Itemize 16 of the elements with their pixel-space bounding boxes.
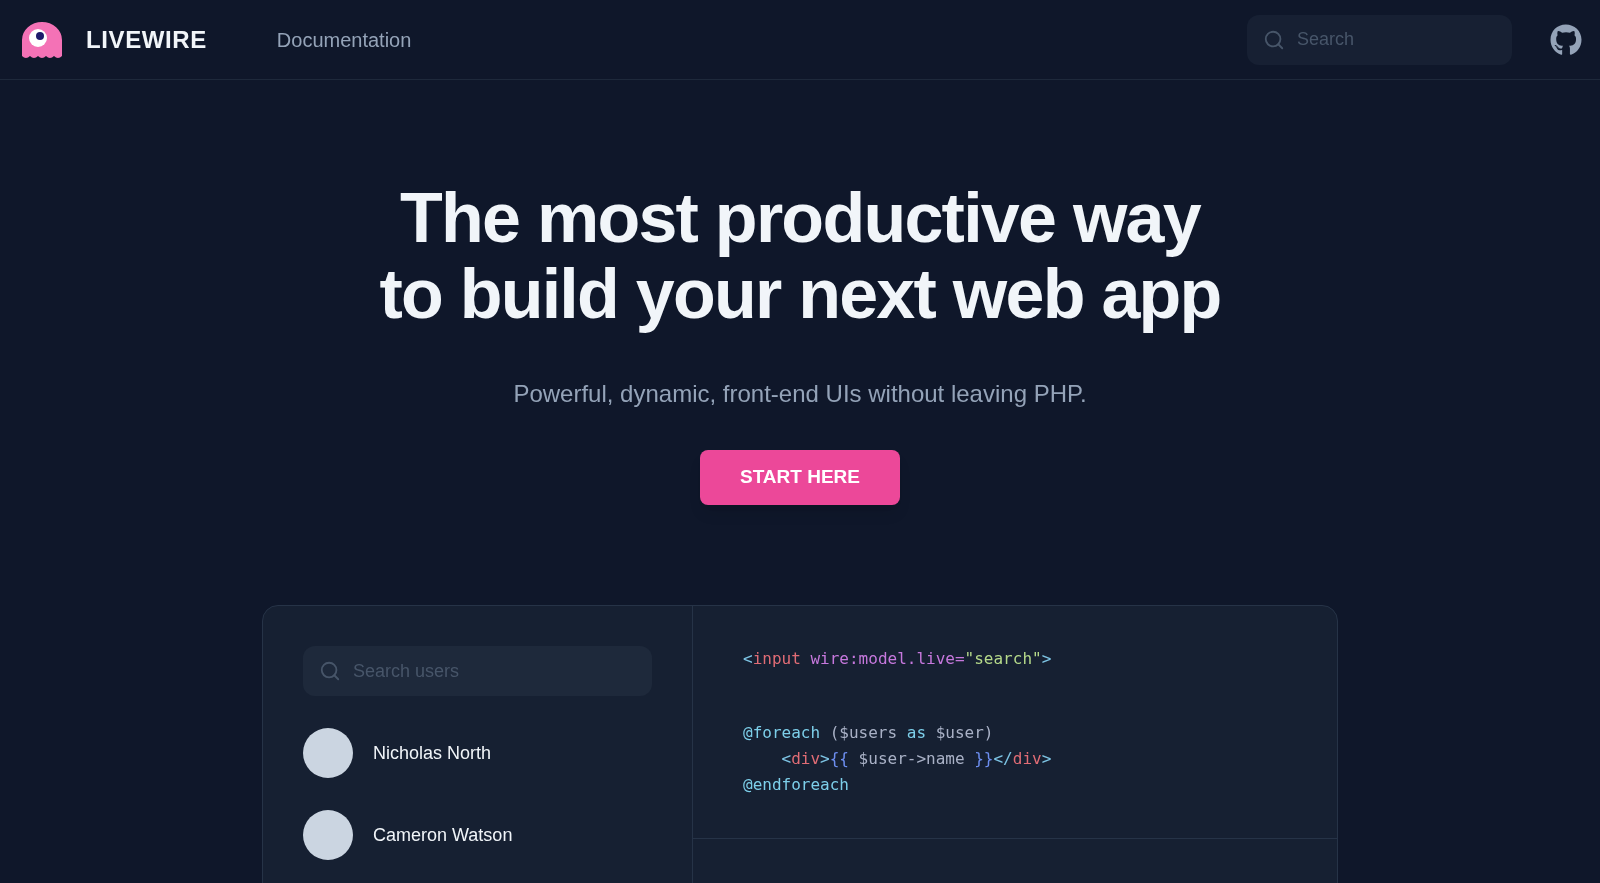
code-line: @endforeach <box>743 774 850 796</box>
code-line: <div>{{ $user->name }}</div> <box>780 748 1053 770</box>
hero-subtitle: Powerful, dynamic, front-end UIs without leaving PHP. <box>513 379 1087 409</box>
code-line: <input wire:model.live="search"> <box>743 648 1053 670</box>
avatar-placeholder <box>303 728 353 778</box>
avatar-placeholder <box>303 810 353 860</box>
code-line: @foreach ($users as $user) <box>743 722 995 744</box>
search-icon <box>319 660 341 682</box>
search-icon <box>1263 28 1285 51</box>
user-name: Nicholas North <box>373 741 492 765</box>
user-name: Cameron Watson <box>373 823 513 847</box>
nav-link[interactable]: Documentation <box>276 24 412 55</box>
start-button[interactable]: START HERE <box>700 450 900 505</box>
brand-name: LIVEWIRE <box>86 24 207 55</box>
github-icon[interactable] <box>1550 23 1582 56</box>
hero-title: The most productive way to build your next web app <box>379 180 1221 332</box>
